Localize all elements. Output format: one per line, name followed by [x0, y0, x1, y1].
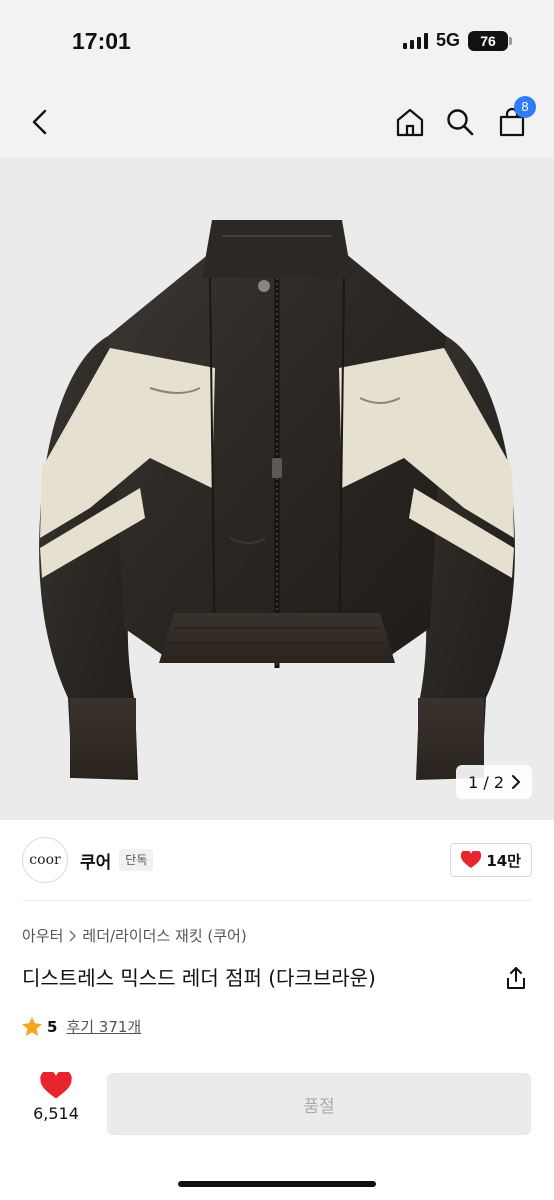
- rating-score: 5: [47, 1017, 58, 1036]
- back-button[interactable]: [20, 102, 60, 142]
- network-label: 5G: [435, 30, 460, 50]
- brand-name[interactable]: 쿠어: [80, 848, 111, 873]
- divider: [22, 900, 532, 901]
- exclusive-tag: 단독: [119, 849, 154, 871]
- product-image-gallery[interactable]: 1 / 2: [0, 158, 554, 820]
- breadcrumb: 아우터 레더/라이더스 재킷 (쿠어): [22, 925, 247, 946]
- home-indicator: [178, 1181, 376, 1187]
- product-title: 디스트레스 믹스드 레더 점퍼 (다크브라운): [22, 966, 376, 990]
- status-bar: 17:01 5G 76: [0, 0, 554, 86]
- cart-count-badge: 8: [514, 96, 536, 118]
- status-indicators: 5G 76: [402, 30, 512, 51]
- cart-button[interactable]: 8: [492, 96, 536, 142]
- brand-like-count: 14만: [486, 851, 521, 870]
- breadcrumb-subcategory[interactable]: 레더/라이더스 재킷 (쿠어): [82, 925, 246, 946]
- search-button[interactable]: [440, 102, 480, 142]
- wishlist-count: 6,514: [33, 1104, 79, 1123]
- home-icon: [396, 108, 424, 137]
- battery-icon: 76: [468, 30, 512, 51]
- brand-row: coor 쿠어 단독 14만: [22, 836, 532, 884]
- chevron-right-icon: [69, 929, 77, 942]
- star-icon: [22, 1017, 42, 1036]
- image-counter-text: 1 / 2: [468, 772, 504, 792]
- chevron-right-icon: [512, 775, 520, 789]
- share-button[interactable]: [502, 964, 530, 992]
- brand-logo[interactable]: coor: [22, 837, 68, 883]
- bottom-action-bar: 6,514 품절: [0, 1062, 554, 1152]
- heart-icon: [40, 1072, 72, 1099]
- top-nav: 8: [0, 86, 554, 158]
- brand-like-button[interactable]: 14만: [450, 843, 532, 877]
- product-photo-jacket: [39, 220, 515, 780]
- search-icon: [447, 109, 474, 136]
- image-counter-button[interactable]: 1 / 2: [456, 765, 532, 799]
- share-icon: [507, 967, 525, 989]
- breadcrumb-category[interactable]: 아우터: [22, 925, 63, 946]
- home-button[interactable]: [390, 102, 430, 142]
- wishlist-button[interactable]: 6,514: [24, 1072, 88, 1123]
- sold-out-button: 품절: [107, 1073, 531, 1135]
- rating-row: 5 후기 371개: [22, 1016, 141, 1037]
- heart-icon: [461, 851, 482, 868]
- review-link[interactable]: 후기 371개: [66, 1016, 141, 1037]
- chevron-left-icon: [32, 109, 47, 135]
- signal-icon: [402, 32, 428, 49]
- status-time: 17:01: [72, 28, 131, 54]
